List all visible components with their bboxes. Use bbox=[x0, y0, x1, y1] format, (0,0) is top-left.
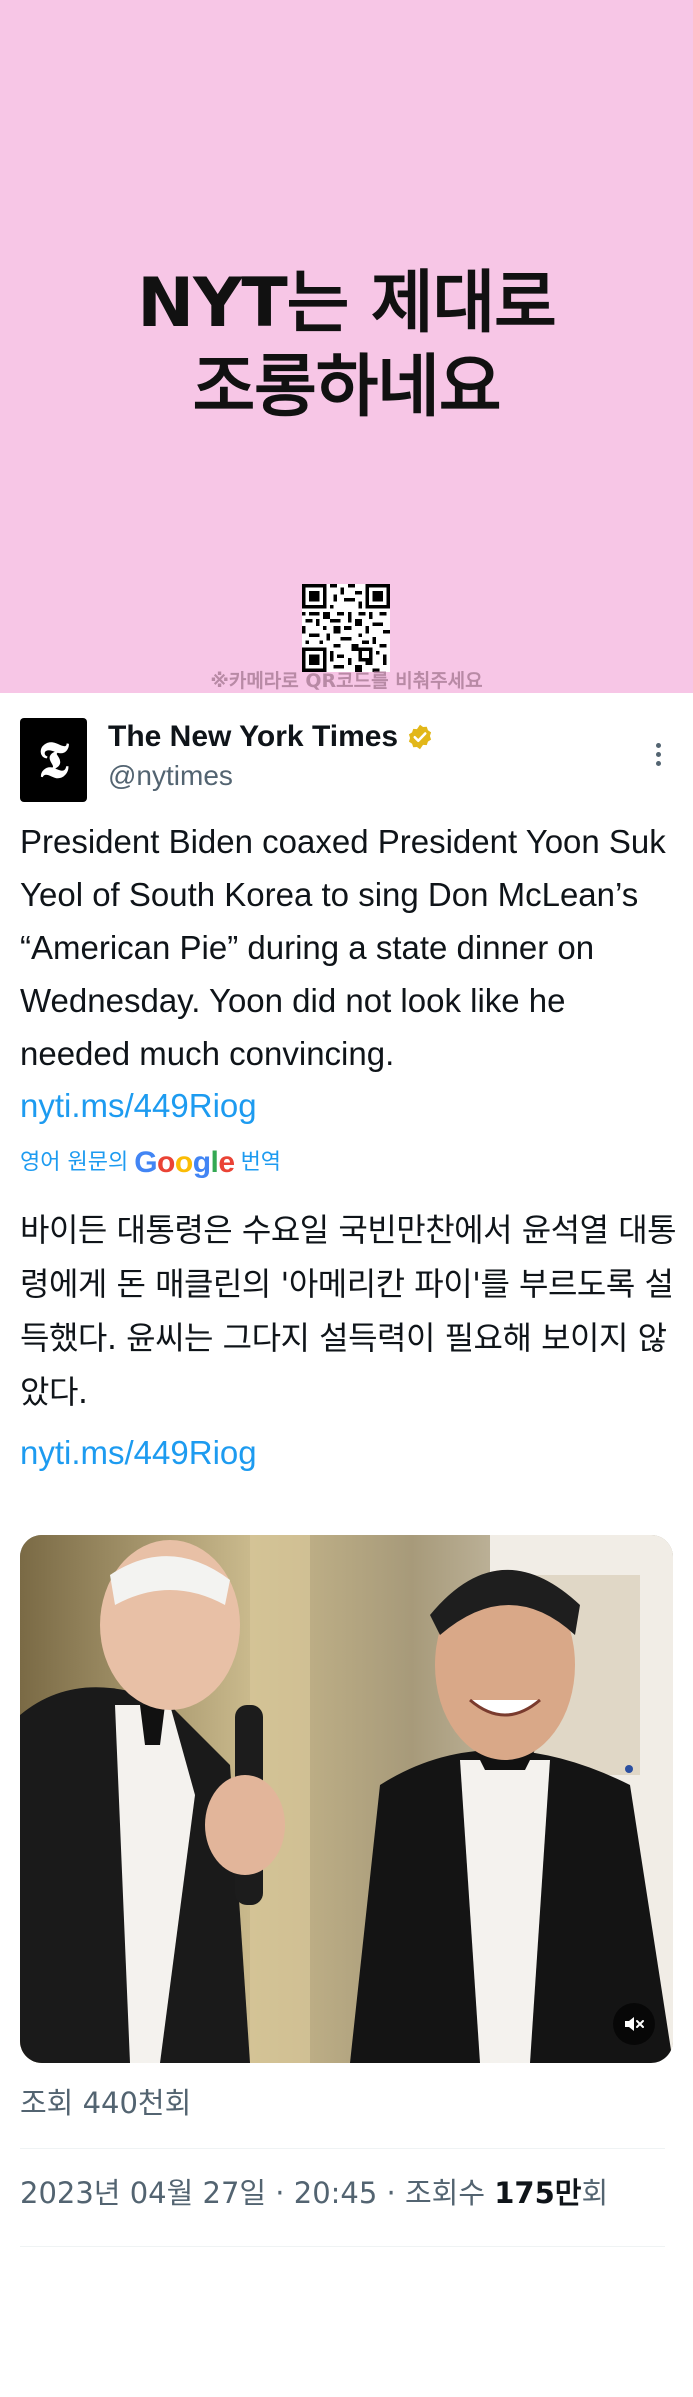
author-handle[interactable]: @nytimes bbox=[108, 759, 233, 793]
views-count: 조회 440천회 bbox=[20, 2086, 192, 2120]
author-name[interactable]: The New York Times bbox=[108, 719, 398, 755]
timestamp[interactable]: 2023년 04월 27일 · 20:45 · 조회수 bbox=[20, 2176, 485, 2210]
translate-button[interactable]: 영어 원문의 Google 번역 bbox=[20, 1148, 281, 1178]
translated-link[interactable]: nyti.ms/449Riog bbox=[20, 1426, 257, 1479]
nyt-logo-icon[interactable]: 𝕿 bbox=[20, 718, 87, 802]
banner-title-line-2: 조롱하네요 bbox=[192, 348, 502, 427]
video-player[interactable] bbox=[20, 1535, 673, 2063]
mute-icon[interactable] bbox=[613, 2003, 655, 2045]
view-count-suffix: 회 bbox=[581, 2176, 609, 2210]
author-name-row[interactable]: The New York Times bbox=[108, 719, 434, 755]
translated-text: 바이든 대통령은 수요일 국빈만찬에서 윤석열 대통령에게 돈 매클린의 '아메… bbox=[20, 1211, 677, 1411]
banner-title-line-1: NYT는 제대로 bbox=[137, 264, 556, 343]
more-vertical-icon[interactable] bbox=[648, 739, 668, 773]
divider bbox=[20, 2148, 665, 2149]
translate-suffix: 번역 bbox=[240, 1150, 282, 1175]
divider bbox=[20, 2246, 665, 2247]
tweet-meta: 2023년 04월 27일 · 20:45 · 조회수 175만회 bbox=[20, 2173, 608, 2213]
translate-prefix: 영어 원문의 bbox=[20, 1150, 129, 1175]
google-logo-icon: Google bbox=[134, 1146, 235, 1179]
verified-badge-icon bbox=[406, 723, 434, 751]
promo-banner: NYT는 제대로 조롱하네요 ※카메라로 QR코드를 비춰주세요 bbox=[0, 0, 693, 693]
qr-code-icon[interactable] bbox=[302, 584, 390, 672]
tweet-text: President Biden coaxed President Yoon Su… bbox=[20, 823, 666, 1072]
banner-title: NYT는 제대로 조롱하네요 bbox=[0, 262, 693, 430]
view-count-value: 175만 bbox=[494, 2176, 582, 2210]
video-frame bbox=[20, 1535, 673, 2063]
tweet-link[interactable]: nyti.ms/449Riog bbox=[20, 1079, 257, 1132]
qr-caption: ※카메라로 QR코드를 비춰주세요 bbox=[210, 670, 483, 692]
